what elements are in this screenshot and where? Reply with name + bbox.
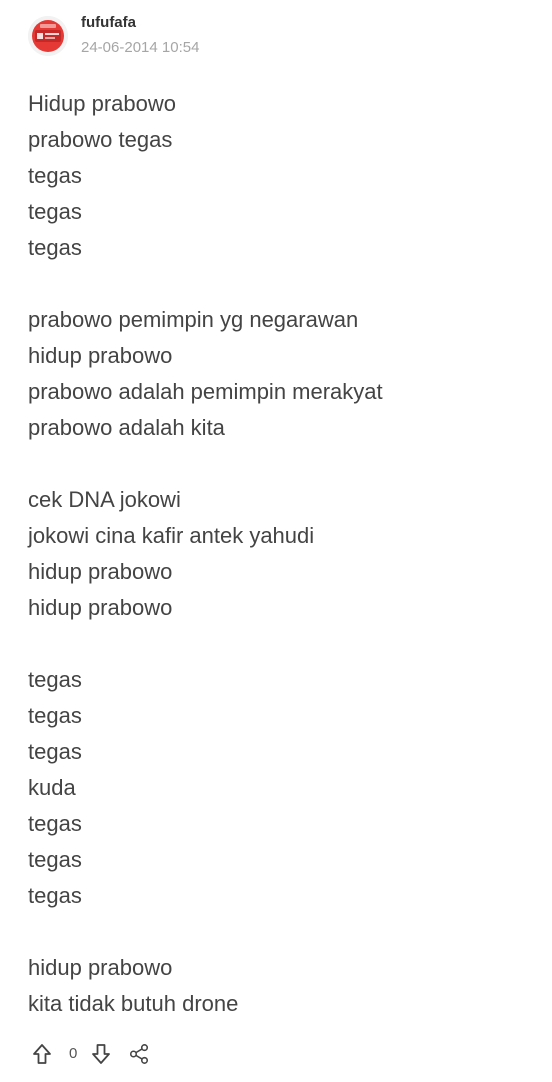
arrow-down-icon [92, 1044, 111, 1064]
post-line: hidup prabowo [28, 955, 173, 980]
post-line: kita tidak butuh drone [28, 991, 239, 1016]
post-blank-line [28, 266, 528, 302]
post-card: fufufafa 24-06-2014 10:54 Hidup prabowo p… [0, 0, 552, 1082]
post-line: tegas [28, 667, 82, 692]
downvote-button[interactable] [90, 1042, 112, 1066]
share-icon [130, 1044, 149, 1064]
post-blank-line [28, 914, 528, 950]
post-line: hidup prabowo [28, 595, 173, 620]
post-timestamp: 24-06-2014 10:54 [81, 39, 200, 56]
share-button[interactable] [128, 1042, 150, 1066]
post-line: prabowo pemimpin yg negarawan [28, 307, 359, 332]
post-body: Hidup prabowo prabowo tegas tegas tegas tega… [28, 86, 528, 1022]
arrow-up-icon [33, 1044, 51, 1064]
post-line: jokowi cina kafir antek yahudi [28, 523, 315, 548]
post-line: tegas [28, 235, 82, 260]
post-line: prabowo tegas [28, 127, 173, 152]
post-line: prabowo adalah pemimpin merakyat [28, 379, 383, 404]
post-line: tegas [28, 199, 82, 224]
post-line: tegas [28, 811, 82, 836]
post-line: tegas [28, 847, 82, 872]
post-actions: 0 [31, 1041, 150, 1067]
post-line: tegas [28, 163, 82, 188]
post-line: hidup prabowo [28, 559, 173, 584]
post-header: fufufafa 24-06-2014 10:54 [28, 14, 199, 57]
post-line: Hidup prabowo [28, 91, 176, 116]
post-line: tegas [28, 883, 82, 908]
upvote-button[interactable] [31, 1042, 53, 1066]
post-line: hidup prabowo [28, 343, 173, 368]
post-meta: fufufafa 24-06-2014 10:54 [81, 14, 199, 57]
avatar-icon [28, 16, 68, 56]
vote-count: 0 [69, 1045, 78, 1062]
post-blank-line [28, 446, 528, 482]
post-line: kuda [28, 775, 76, 800]
post-line: tegas [28, 739, 82, 764]
post-line: tegas [28, 703, 82, 728]
avatar[interactable] [28, 16, 68, 56]
post-blank-line [28, 626, 528, 662]
post-line: cek DNA jokowi [28, 487, 181, 512]
post-line: prabowo adalah kita [28, 415, 225, 440]
author-username[interactable]: fufufafa [81, 14, 199, 32]
